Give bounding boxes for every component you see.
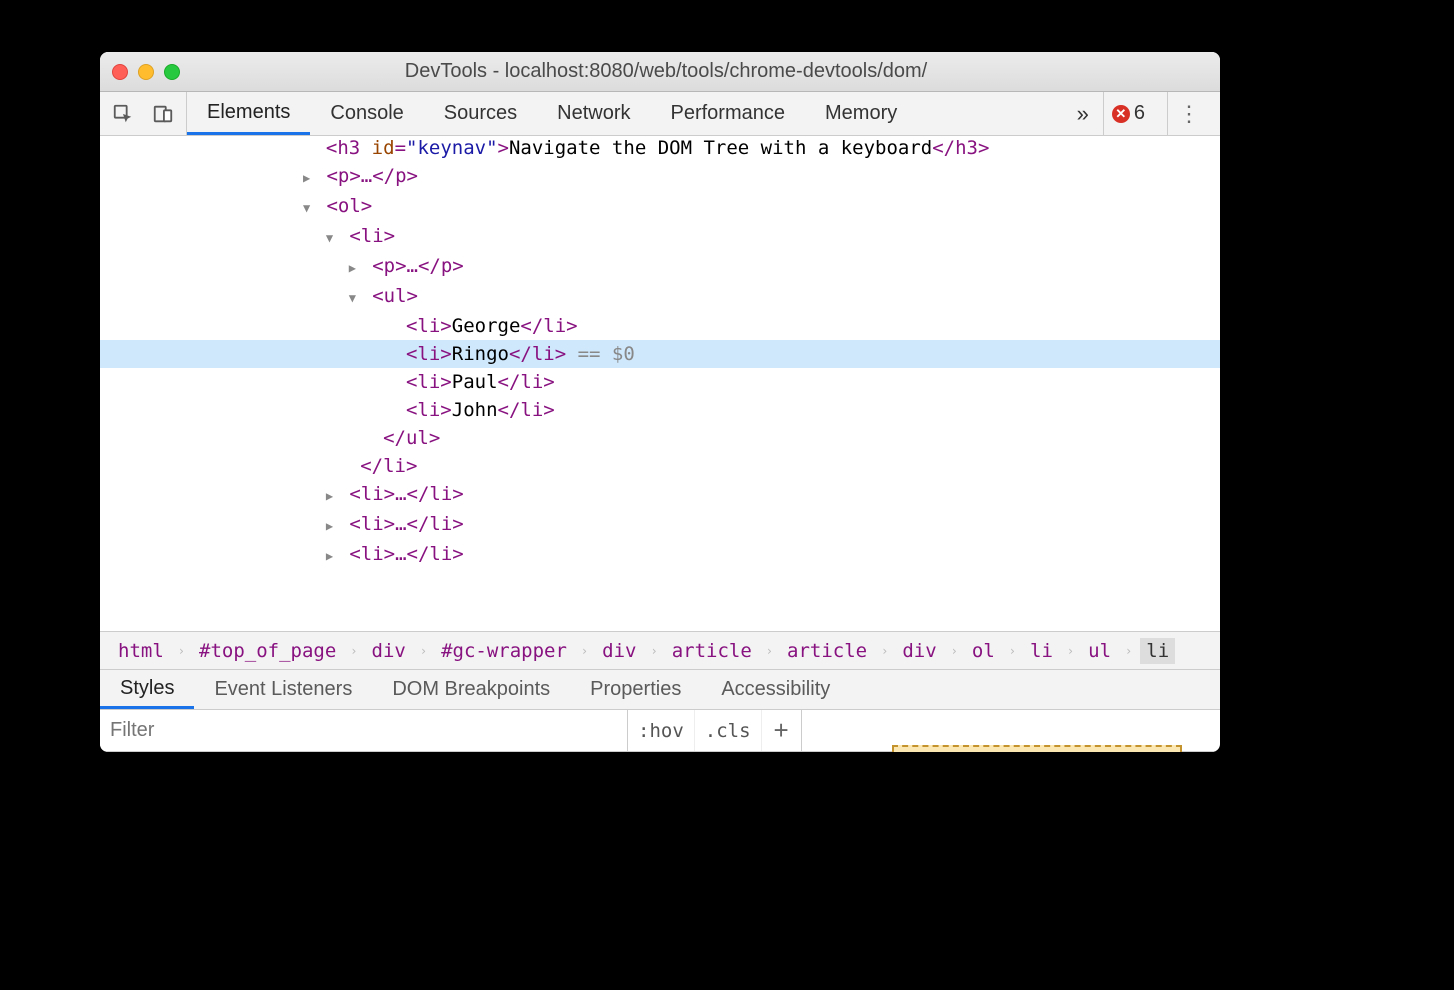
dom-node-p2[interactable]: ▶ <p>…</p> <box>100 252 1220 282</box>
hov-toggle[interactable]: :hov <box>628 710 695 751</box>
crumb-gc-wrapper[interactable]: #gc-wrapper <box>435 638 573 664</box>
devtools-window: DevTools - localhost:8080/web/tools/chro… <box>100 52 1220 752</box>
error-icon: ✕ <box>1112 105 1130 123</box>
crumb-div2[interactable]: div <box>596 638 642 664</box>
dom-node-ul-close[interactable]: </ul> <box>100 424 1220 452</box>
crumb-div3[interactable]: div <box>896 638 942 664</box>
tab-styles[interactable]: Styles <box>100 670 194 709</box>
error-count[interactable]: ✕ 6 <box>1103 92 1153 135</box>
tab-memory[interactable]: Memory <box>805 92 917 135</box>
tab-network[interactable]: Network <box>537 92 650 135</box>
breadcrumb: html› #top_of_page› div› #gc-wrapper› di… <box>100 632 1220 670</box>
tab-elements[interactable]: Elements <box>187 92 310 135</box>
crumb-li-selected[interactable]: li <box>1140 638 1175 664</box>
styles-tab-bar: Styles Event Listeners DOM Breakpoints P… <box>100 670 1220 710</box>
box-model-margin <box>892 745 1182 752</box>
titlebar: DevTools - localhost:8080/web/tools/chro… <box>100 52 1220 92</box>
styles-filter-input[interactable] <box>100 710 628 751</box>
dom-node-ul[interactable]: ▼ <ul> <box>100 282 1220 312</box>
error-count-value: 6 <box>1134 102 1145 125</box>
crumb-article1[interactable]: article <box>666 638 758 664</box>
dom-node-li-close[interactable]: </li> <box>100 452 1220 480</box>
dom-node-li[interactable]: ▼ <li> <box>100 222 1220 252</box>
crumb-html[interactable]: html <box>112 638 170 664</box>
crumb-ol[interactable]: ol <box>966 638 1001 664</box>
tab-accessibility[interactable]: Accessibility <box>701 670 850 709</box>
styles-filter-row: :hov .cls + <box>100 710 1220 752</box>
dom-tree[interactable]: ▶ <p>…</p> <h3 id="keynav">Navigate the … <box>100 136 1220 632</box>
dom-node-li-paul[interactable]: <li>Paul</li> <box>100 368 1220 396</box>
panel-tabs: Elements Console Sources Network Perform… <box>187 92 917 135</box>
crumb-ul[interactable]: ul <box>1082 638 1117 664</box>
dom-node-li-john[interactable]: <li>John</li> <box>100 396 1220 424</box>
new-style-rule-icon[interactable]: + <box>762 715 801 746</box>
cls-toggle[interactable]: .cls <box>695 710 762 751</box>
dom-node-ol[interactable]: ▼ <ol> <box>100 192 1220 222</box>
tab-properties[interactable]: Properties <box>570 670 701 709</box>
settings-menu-icon[interactable]: ⋮ <box>1167 92 1210 135</box>
crumb-div1[interactable]: div <box>366 638 412 664</box>
dom-node-li-collapsed3[interactable]: ▶ <li>…</li> <box>100 540 1220 570</box>
dom-node-p[interactable]: ▶ <p>…</p> <box>100 162 1220 192</box>
dom-node-li-collapsed1[interactable]: ▶ <li>…</li> <box>100 480 1220 510</box>
tab-sources[interactable]: Sources <box>424 92 537 135</box>
dom-node-h3[interactable]: <h3 id="keynav">Navigate the DOM Tree wi… <box>100 136 1220 162</box>
computed-box-model-pane <box>801 710 1220 751</box>
dom-node-li-ringo-selected[interactable]: <li>Ringo</li> == $0 <box>100 340 1220 368</box>
window-title: DevTools - localhost:8080/web/tools/chro… <box>124 60 1208 83</box>
tab-console[interactable]: Console <box>310 92 423 135</box>
tab-performance[interactable]: Performance <box>651 92 806 135</box>
main-toolbar: Elements Console Sources Network Perform… <box>100 92 1220 136</box>
crumb-top-of-page[interactable]: #top_of_page <box>193 638 342 664</box>
inspect-element-icon[interactable] <box>110 101 136 127</box>
crumb-li1[interactable]: li <box>1024 638 1059 664</box>
more-tabs-icon[interactable]: » <box>1077 101 1089 127</box>
tab-dom-breakpoints[interactable]: DOM Breakpoints <box>372 670 570 709</box>
tab-event-listeners[interactable]: Event Listeners <box>194 670 372 709</box>
dom-node-li-collapsed2[interactable]: ▶ <li>…</li> <box>100 510 1220 540</box>
device-toolbar-icon[interactable] <box>150 101 176 127</box>
crumb-article2[interactable]: article <box>781 638 873 664</box>
dom-node-li-george[interactable]: <li>George</li> <box>100 312 1220 340</box>
